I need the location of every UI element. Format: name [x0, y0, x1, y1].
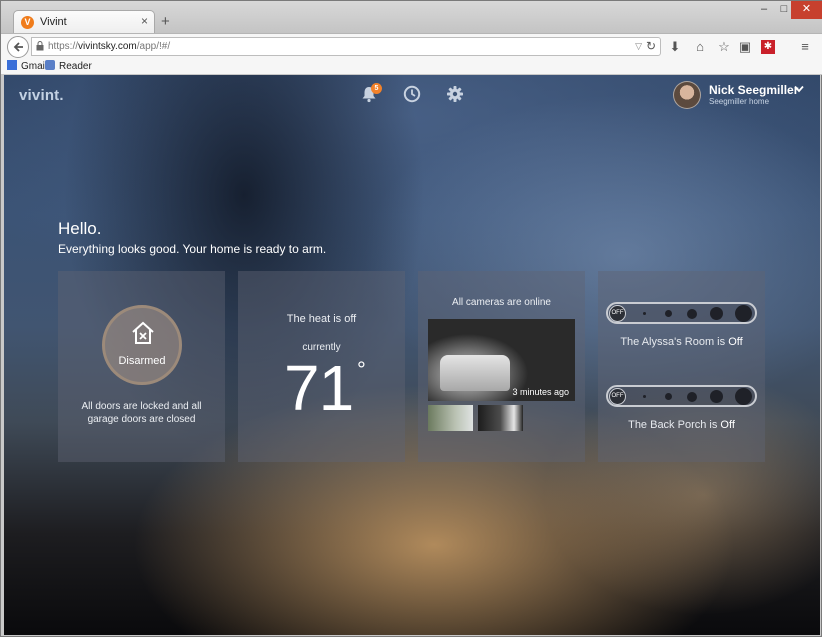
- chevron-down-icon[interactable]: [794, 85, 804, 93]
- vivint-favicon-icon: V: [21, 16, 34, 29]
- dimmer-level-4[interactable]: [710, 307, 723, 320]
- heat-status: The heat is off: [286, 313, 357, 325]
- camera-scene-couch: [440, 355, 510, 391]
- bookmark-reader[interactable]: Reader: [45, 60, 92, 72]
- user-name[interactable]: Nick Seegmiller: [709, 83, 798, 97]
- dimmer-level-1[interactable]: [643, 395, 646, 398]
- notification-badge: 5: [371, 83, 382, 94]
- history-clock-icon[interactable]: [403, 85, 421, 103]
- clipboard-icon[interactable]: ▣: [736, 38, 754, 56]
- browser-window: V Vivint × + – □ ✕ https://vivintsky.com…: [0, 0, 822, 637]
- alyssas-room-dimmer[interactable]: OFF: [606, 302, 757, 324]
- dimmer-level-4[interactable]: [710, 390, 723, 403]
- house-x-icon: [132, 321, 154, 344]
- arrow-left-icon: [13, 42, 23, 52]
- extension-icon[interactable]: ✱: [761, 40, 775, 54]
- dimmer-off-knob[interactable]: OFF: [609, 388, 626, 405]
- camera-thumbnail-1[interactable]: [428, 405, 473, 431]
- dimmer-level-3[interactable]: [687, 391, 697, 402]
- back-porch-dimmer[interactable]: OFF: [606, 385, 757, 407]
- dimmer-level-5[interactable]: [735, 388, 752, 405]
- download-icon[interactable]: ⬇: [666, 38, 684, 56]
- thermostat-card[interactable]: The heat is off currently 71 °: [238, 271, 405, 462]
- camera-timestamp: 3 minutes ago: [512, 387, 569, 397]
- camera-status: All cameras are online: [452, 297, 551, 308]
- url-dropdown-icon[interactable]: ▽: [635, 41, 642, 52]
- close-window-button[interactable]: ✕: [791, 1, 822, 19]
- title-bar: V Vivint × + – □ ✕: [1, 1, 822, 34]
- greeting-heading: Hello.: [58, 219, 102, 238]
- tab-title: Vivint: [40, 16, 67, 28]
- back-button[interactable]: [7, 36, 29, 58]
- back-porch-label: The Back Porch is Off: [628, 419, 735, 431]
- close-tab-icon[interactable]: ×: [141, 14, 148, 28]
- dimmer-level-5[interactable]: [735, 305, 752, 322]
- google-icon: [7, 60, 17, 70]
- security-card[interactable]: Disarmed All doors are locked and all ga…: [58, 271, 225, 462]
- bookmark-star-icon[interactable]: ☆: [715, 38, 733, 56]
- security-description: All doors are locked and all garage door…: [81, 401, 202, 425]
- user-home-name: Seegmiller home: [709, 97, 770, 106]
- dimmer-level-1[interactable]: [643, 312, 646, 315]
- dimmer-off-knob[interactable]: OFF: [609, 305, 626, 322]
- dimmer-level-2[interactable]: [665, 310, 672, 317]
- camera-thumbnail-2[interactable]: [478, 405, 523, 431]
- dimmer-level-2[interactable]: [665, 393, 672, 400]
- reader-icon: [45, 60, 55, 70]
- home-icon[interactable]: ⌂: [691, 38, 709, 56]
- reload-icon[interactable]: ↻: [646, 39, 656, 53]
- vivint-logo[interactable]: vivint.: [19, 87, 64, 104]
- lock-icon: [36, 41, 44, 51]
- disarm-toggle-button[interactable]: Disarmed: [102, 305, 182, 385]
- tab-vivint[interactable]: V Vivint ×: [13, 10, 155, 34]
- bookmarks-bar: Gmail Reader: [1, 59, 822, 75]
- current-temperature: 71: [284, 352, 354, 424]
- camera-main-feed[interactable]: 3 minutes ago: [428, 319, 575, 401]
- vivint-app: vivint. 5 Nick Seegmiller Seegmiller hom…: [4, 75, 820, 635]
- lights-card[interactable]: OFF The Alyssa's Room is Off OFF The Bac…: [598, 271, 765, 462]
- security-state-label: Disarmed: [118, 355, 166, 367]
- degree-symbol: °: [357, 357, 366, 382]
- cameras-card[interactable]: All cameras are online 3 minutes ago: [418, 271, 585, 462]
- alyssas-room-label: The Alyssa's Room is Off: [620, 336, 743, 348]
- address-bar[interactable]: https://vivintsky.com/app/!#/ ▽ ↻: [31, 37, 661, 56]
- settings-gear-icon[interactable]: [446, 85, 464, 103]
- dimmer-level-3[interactable]: [687, 308, 697, 319]
- navigation-bar: https://vivintsky.com/app/!#/ ▽ ↻ ⬇ ⌂ ☆ …: [1, 33, 822, 59]
- new-tab-button[interactable]: +: [161, 13, 170, 30]
- url-text: https://vivintsky.com/app/!#/: [48, 41, 171, 52]
- bookmark-gmail[interactable]: Gmail: [7, 60, 47, 72]
- menu-icon[interactable]: ≡: [796, 38, 814, 56]
- status-message: Everything looks good. Your home is read…: [58, 242, 327, 256]
- user-avatar[interactable]: [673, 81, 701, 109]
